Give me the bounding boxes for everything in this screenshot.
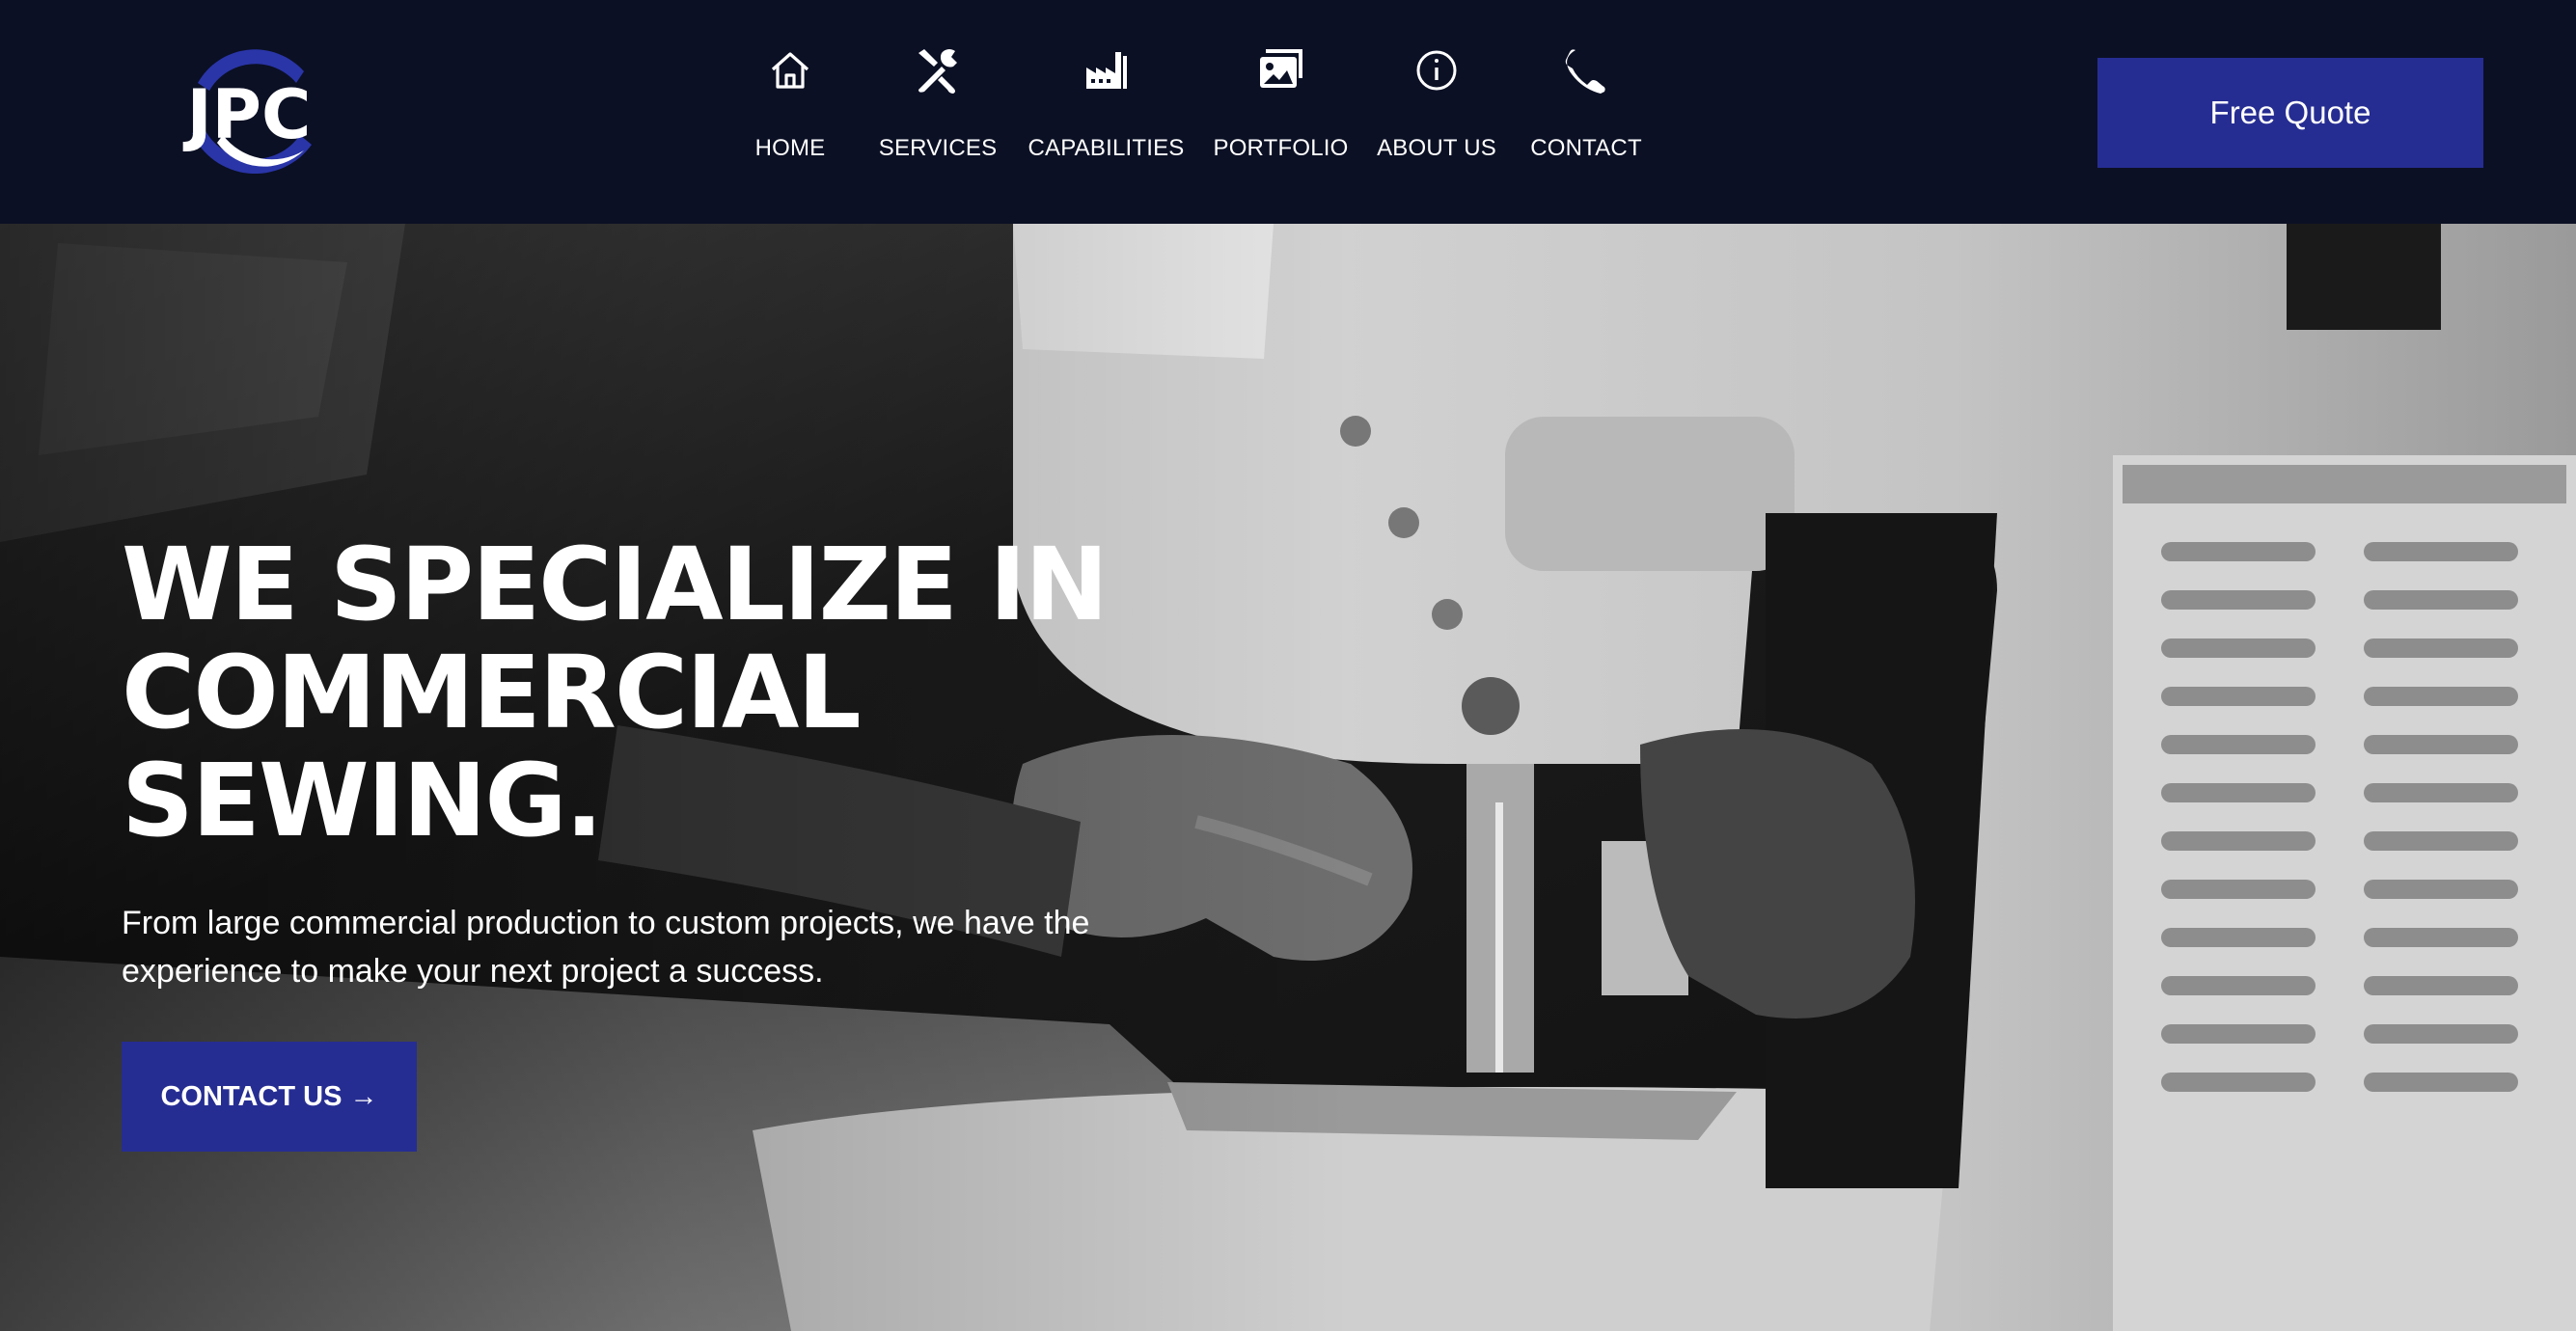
nav-label: HOME xyxy=(754,135,826,161)
site-header: JPC HOME SERVICES CAPABILITIES PORTFOLIO… xyxy=(0,0,2576,224)
tools-icon xyxy=(910,42,966,98)
factory-icon xyxy=(1079,42,1135,98)
logo-graphic: JPC xyxy=(183,49,312,175)
nav-item-contact[interactable]: CONTACT xyxy=(1530,42,1642,162)
nav-item-services[interactable]: SERVICES xyxy=(879,42,997,162)
nav-item-home[interactable]: HOME xyxy=(743,42,837,162)
hero-headline: WE SPECIALIZE IN COMMERCIAL SEWING. xyxy=(122,526,1109,859)
hero-section: WE SPECIALIZE IN COMMERCIAL SEWING. From… xyxy=(0,224,2576,1331)
nav-label: PORTFOLIO xyxy=(1213,135,1349,161)
nav-item-capabilities[interactable]: CAPABILITIES xyxy=(1028,42,1184,162)
page: JPC HOME SERVICES CAPABILITIES PORTFOLIO… xyxy=(0,0,2576,1331)
nav-item-about-us[interactable]: ABOUT US xyxy=(1377,42,1496,162)
contact-us-button[interactable]: CONTACT US → xyxy=(122,1042,417,1152)
jpc-logo[interactable]: JPC xyxy=(159,37,339,186)
nav-label: ABOUT US xyxy=(1377,135,1496,161)
nav-item-portfolio[interactable]: PORTFOLIO xyxy=(1213,42,1348,162)
nav-label: CAPABILITIES xyxy=(1028,135,1185,161)
hero-text-block: WE SPECIALIZE IN COMMERCIAL SEWING. From… xyxy=(122,530,1183,995)
home-icon xyxy=(762,42,818,98)
nav-label: CONTACT xyxy=(1530,135,1642,161)
images-icon xyxy=(1253,42,1309,98)
info-icon xyxy=(1409,42,1465,98)
hero-subtext: From large commercial production to cust… xyxy=(122,905,1090,990)
free-quote-button[interactable]: Free Quote xyxy=(2097,58,2483,168)
logo-text: JPC xyxy=(183,75,312,154)
main-nav: HOME SERVICES CAPABILITIES PORTFOLIO ABO… xyxy=(743,42,1642,162)
phone-icon xyxy=(1558,42,1614,98)
nav-label: SERVICES xyxy=(878,135,998,161)
